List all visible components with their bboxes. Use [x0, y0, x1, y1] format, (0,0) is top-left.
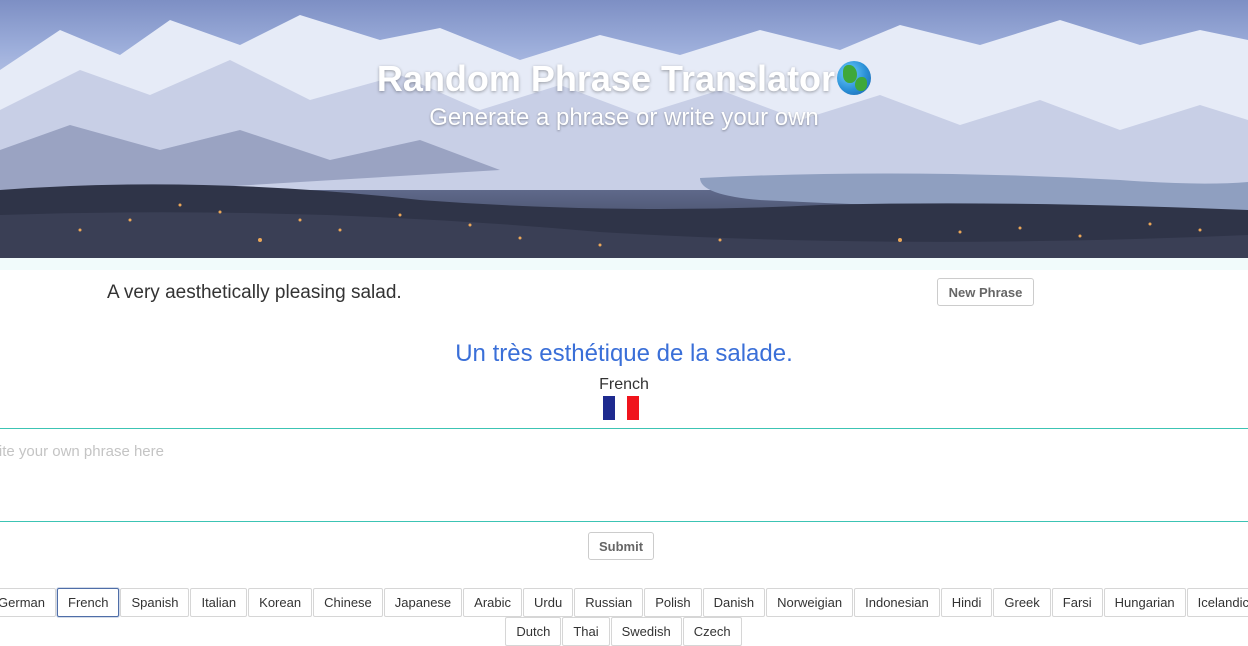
- hero-banner: Random Phrase Translator Generate a phra…: [0, 0, 1248, 258]
- language-buttons-row-1: German French Spanish Italian Korean Chinese J…: [0, 588, 1248, 617]
- language-button-urdu[interactable]: Urdu: [523, 588, 574, 617]
- language-button-chinese[interactable]: Chinese: [313, 588, 383, 617]
- language-button-norweigian[interactable]: Norweigian: [766, 588, 854, 617]
- translation-language-label: French: [599, 376, 649, 393]
- language-button-korean[interactable]: Korean: [248, 588, 313, 617]
- language-button-icelandic[interactable]: Icelandic: [1186, 588, 1248, 617]
- submit-button[interactable]: Submit: [588, 532, 654, 560]
- new-phrase-button[interactable]: New Phrase: [937, 278, 1034, 306]
- language-button-arabic[interactable]: Arabic: [463, 588, 523, 617]
- page-title: Random Phrase Translator: [0, 58, 1248, 100]
- language-buttons-row-2: Dutch Thai Swedish Czech: [0, 617, 1248, 646]
- language-button-hungarian[interactable]: Hungarian: [1103, 588, 1186, 617]
- language-button-swedish[interactable]: Swedish: [610, 617, 682, 646]
- language-button-polish[interactable]: Polish: [644, 588, 702, 617]
- globe-icon: [837, 61, 872, 95]
- language-button-italian[interactable]: Italian: [190, 588, 248, 617]
- translated-phrase: Un très esthétique de la salade.: [455, 340, 793, 367]
- language-button-german[interactable]: German: [0, 588, 56, 617]
- language-button-hindi[interactable]: Hindi: [940, 588, 993, 617]
- language-button-french[interactable]: French: [57, 588, 120, 617]
- hero-divider: [0, 258, 1248, 270]
- language-button-danish[interactable]: Danish: [702, 588, 766, 617]
- flag-stripe-white: [615, 396, 627, 420]
- language-button-spanish[interactable]: Spanish: [120, 588, 190, 617]
- language-button-japanese[interactable]: Japanese: [383, 588, 463, 617]
- flag-stripe-red: [627, 396, 639, 420]
- page-title-text: Random Phrase Translator: [376, 58, 836, 99]
- page-subtitle: Generate a phrase or write your own: [429, 104, 819, 131]
- flag-stripe-blue: [603, 396, 615, 420]
- language-button-greek[interactable]: Greek: [993, 588, 1051, 617]
- language-button-indonesian[interactable]: Indonesian: [854, 588, 940, 617]
- language-button-dutch[interactable]: Dutch: [505, 617, 562, 646]
- language-button-czech[interactable]: Czech: [682, 617, 742, 646]
- random-phrase-text: A very aesthetically pleasing salad.: [107, 282, 402, 303]
- custom-phrase-input[interactable]: [0, 428, 1248, 522]
- language-button-russian[interactable]: Russian: [574, 588, 644, 617]
- france-flag-icon: [603, 396, 639, 420]
- language-button-thai[interactable]: Thai: [562, 617, 610, 646]
- language-button-farsi[interactable]: Farsi: [1051, 588, 1103, 617]
